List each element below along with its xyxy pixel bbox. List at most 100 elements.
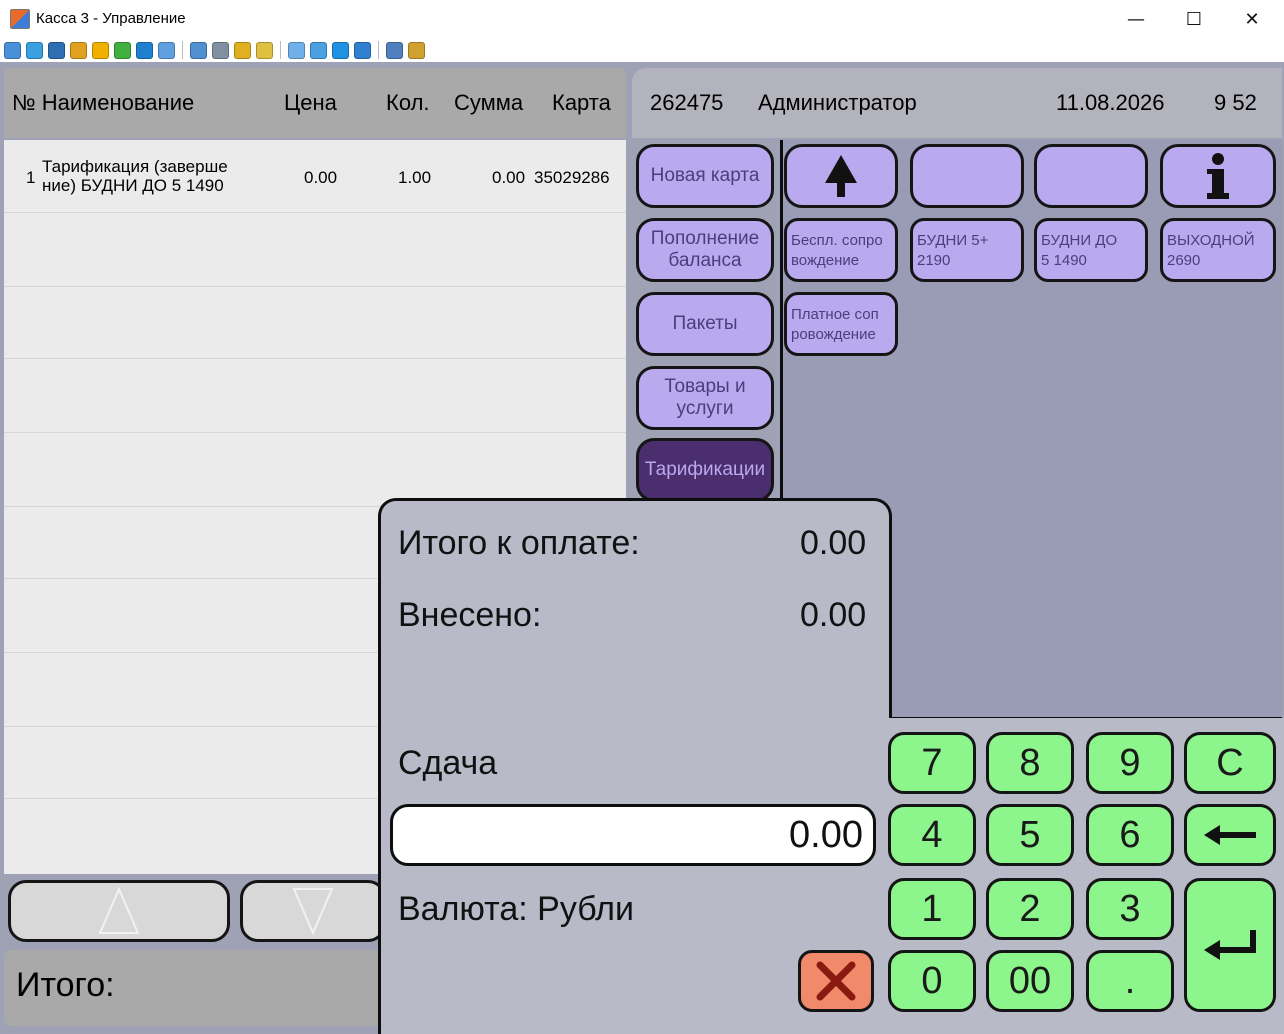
screen-icon[interactable]	[26, 41, 43, 59]
info-icon	[1207, 153, 1229, 199]
toolbar-separator	[280, 41, 281, 59]
close-x-icon	[816, 961, 856, 1001]
key-clear[interactable]: C	[1184, 732, 1276, 794]
tariff-line2: ровождение	[791, 326, 876, 343]
message-icon[interactable]	[158, 41, 175, 59]
key-0[interactable]: 0	[888, 950, 976, 1012]
scroll-up-button[interactable]	[8, 880, 230, 942]
row-sum: 0.00	[492, 168, 526, 187]
row-price: 0.00	[304, 168, 338, 187]
tariff-weekdays-before-5[interactable]: БУДНИ ДО 5 1490	[1034, 218, 1148, 282]
chat-icon[interactable]	[114, 41, 131, 59]
monitor-icon[interactable]	[4, 41, 21, 59]
key-4[interactable]: 4	[888, 804, 976, 866]
transfer-icon[interactable]	[70, 41, 87, 59]
empty-slot-button[interactable]	[1034, 144, 1148, 208]
key-backspace[interactable]	[1184, 804, 1276, 866]
copy-icon[interactable]	[386, 41, 403, 59]
key-5[interactable]: 5	[986, 804, 1074, 866]
title-bar	[0, 0, 1284, 38]
category-goods-services[interactable]: Товары и услуги	[636, 366, 774, 430]
category-tariffs[interactable]: Тарификации	[636, 438, 774, 502]
category-top-up[interactable]: Пополнение баланса	[636, 218, 774, 282]
tariff-line2: 2190	[917, 252, 951, 269]
square-icon[interactable]	[332, 41, 349, 59]
window-title: Касса 3 - Управление	[36, 10, 186, 27]
tariff-line1: Беспл. сопро	[791, 232, 883, 249]
triangle-down-icon	[292, 888, 334, 936]
up-arrow-icon	[825, 155, 857, 197]
key-1[interactable]: 1	[888, 878, 976, 940]
currency-label: Валюта: Рубли	[398, 890, 635, 928]
total-label: Итого:	[16, 966, 115, 1004]
category-new-card[interactable]: Новая карта	[636, 144, 774, 208]
key-dot[interactable]: .	[1086, 950, 1174, 1012]
category-packages[interactable]: Пакеты	[636, 292, 774, 356]
window-icon[interactable]	[288, 41, 305, 59]
row-card: 35029286	[534, 168, 610, 187]
header-qty: Кол.	[386, 90, 430, 115]
table-row[interactable]: 1 Тарификация (заверше ние) БУДНИ ДО 5 1…	[4, 150, 626, 206]
header-card: Карта	[552, 90, 611, 115]
tariff-line2: 5 1490	[1041, 252, 1087, 269]
key-2[interactable]: 2	[986, 878, 1074, 940]
empty-slot-button[interactable]	[910, 144, 1024, 208]
tariff-line2: вождение	[791, 252, 860, 269]
row-item-name-line1: Тарификация (заверше	[42, 157, 228, 176]
scroll-down-button[interactable]	[240, 880, 386, 942]
up-button[interactable]	[784, 144, 898, 208]
fullscreen-icon[interactable]	[310, 41, 327, 59]
unlock-icon[interactable]	[256, 41, 273, 59]
row-item-name-line2: ние) БУДНИ ДО 5 1490	[42, 176, 224, 195]
key-6[interactable]: 6	[1086, 804, 1174, 866]
user-name: Администратор	[758, 90, 917, 115]
network-icon[interactable]	[212, 41, 229, 59]
settings-icon[interactable]	[354, 41, 371, 59]
key-7[interactable]: 7	[888, 732, 976, 794]
tariff-line1: Платное соп	[791, 306, 879, 323]
tariff-weekend[interactable]: ВЫХОДНОЙ 2690	[1160, 218, 1276, 282]
toolbar	[0, 38, 1284, 62]
tariff-paid-escort[interactable]: Платное соп ровождение	[784, 292, 898, 356]
info-button[interactable]	[1160, 144, 1276, 208]
row-divider	[4, 358, 626, 359]
tariff-line1: БУДНИ ДО	[1041, 232, 1118, 249]
tools-icon[interactable]	[408, 41, 425, 59]
paid-value: 0.00	[800, 596, 867, 634]
clock-icon[interactable]	[92, 41, 109, 59]
cancel-button[interactable]	[798, 950, 874, 1012]
amount-due-value: 0.00	[800, 524, 867, 562]
terminal-icon[interactable]	[48, 41, 65, 59]
row-item-name: Тарификация (заверше ние) БУДНИ ДО 5 149…	[42, 157, 228, 195]
upload-icon[interactable]	[190, 41, 207, 59]
key-3[interactable]: 3	[1086, 878, 1174, 940]
session-id: 262475	[650, 90, 724, 115]
tariff-weekdays-5plus[interactable]: БУДНИ 5+ 2190	[910, 218, 1024, 282]
maximize-button[interactable]: ☐	[1164, 0, 1224, 38]
tariff-line2: 2690	[1167, 252, 1201, 269]
current-time: 9 52	[1214, 90, 1257, 115]
app-icon	[10, 9, 30, 29]
row-qty: 1.00	[398, 168, 432, 187]
enter-arrow-icon	[1204, 930, 1256, 960]
change-label: Сдача	[398, 744, 498, 782]
toolbar-separator	[182, 41, 183, 59]
current-date: 11.08.2026	[1056, 90, 1165, 115]
lock-icon[interactable]	[234, 41, 251, 59]
row-divider	[4, 432, 626, 433]
tariff-line1: ВЫХОДНОЙ	[1167, 232, 1255, 249]
phone-icon[interactable]	[136, 41, 153, 59]
triangle-up-icon	[98, 886, 140, 934]
key-8[interactable]: 8	[986, 732, 1074, 794]
minimize-button[interactable]: —	[1106, 0, 1166, 38]
change-input[interactable]: 0.00	[390, 804, 876, 866]
row-divider	[4, 212, 626, 213]
info-bar	[632, 68, 1282, 138]
key-00[interactable]: 00	[986, 950, 1074, 1012]
row-number: 1	[26, 168, 36, 187]
tariff-free-escort[interactable]: Беспл. сопро вождение	[784, 218, 898, 282]
key-9[interactable]: 9	[1086, 732, 1174, 794]
close-button[interactable]: ✕	[1222, 0, 1282, 38]
key-enter[interactable]	[1184, 878, 1276, 1012]
paid-label: Внесено:	[398, 596, 542, 634]
